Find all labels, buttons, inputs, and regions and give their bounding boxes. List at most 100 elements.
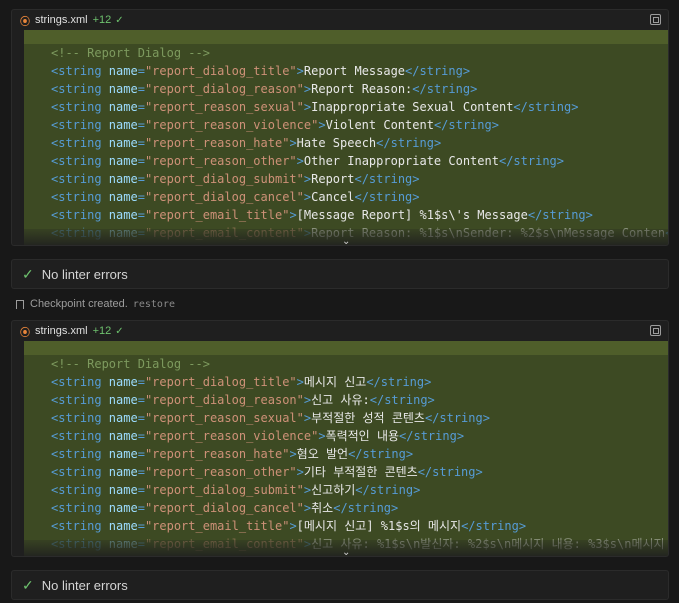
xml-attr: name (108, 483, 138, 497)
code-line: <string name="report_dialog_reason">신고 사… (24, 391, 668, 409)
xml-tag: = (137, 465, 145, 479)
xml-tag: = (137, 429, 145, 443)
xml-attr: name (108, 172, 138, 186)
xml-tag: <string (51, 82, 109, 96)
diff-gutter-strip (24, 341, 668, 355)
xml-tag: </string> (412, 82, 478, 96)
xml-attr: name (108, 136, 138, 150)
string-value: 취소 (311, 501, 334, 515)
diff-card-1: ⦿ strings.xml +12 ✓ <!-- Report Dialog -… (11, 9, 669, 246)
xml-tag: <string (51, 100, 109, 114)
linter-status-text: No linter errors (41, 577, 128, 593)
code-line: <string name="report_reason_hate">Hate S… (24, 134, 668, 152)
code-line: <string name="report_reason_sexual">부적절한… (24, 409, 668, 427)
string-value: [메시지 신고] %1$s의 메시지 (296, 519, 462, 533)
copy-icon[interactable] (650, 325, 661, 336)
added-lines-count: +12 (92, 325, 112, 337)
xml-tag: > (296, 375, 304, 389)
string-value: Hate Speech (296, 136, 377, 150)
xml-tag: > (289, 447, 297, 461)
code-line: <string name="report_dialog_cancel">Canc… (24, 188, 668, 206)
xml-attr: name (108, 154, 138, 168)
xml-tag: <string (51, 64, 109, 78)
xml-tag: > (289, 136, 297, 150)
string-value: Report Message (303, 64, 406, 78)
xml-attr-value: "report_reason_other" (144, 154, 297, 168)
xml-tag: = (137, 519, 145, 533)
code-line: <string name="report_reason_violence">Vi… (24, 116, 668, 134)
xml-tag: = (137, 190, 145, 204)
xml-tag: </string> (348, 447, 414, 461)
xml-tag: <string (51, 154, 109, 168)
xml-attr: name (108, 375, 138, 389)
code-line: <string name="report_reason_violence">폭력… (24, 427, 668, 445)
chevron-down-icon[interactable]: ⌄ (342, 236, 350, 245)
xml-tag: </string> (433, 118, 499, 132)
xml-attr-value: "report_dialog_cancel" (144, 190, 304, 204)
code-comment: <!-- Report Dialog --> (51, 357, 210, 371)
code-line: <string name="report_dialog_reason">Repo… (24, 80, 668, 98)
checkmark-icon: ✓ (22, 265, 34, 282)
xml-attr: name (108, 208, 138, 222)
xml-tag: <string (51, 393, 109, 407)
xml-tag: </string> (399, 429, 465, 443)
xml-tag: </string> (376, 136, 442, 150)
xml-tag: </string> (527, 208, 593, 222)
xml-tag: > (318, 429, 326, 443)
string-value: [Message Report] %1$s\'s Message (296, 208, 528, 222)
string-value: Cancel (311, 190, 355, 204)
xml-attr: name (108, 519, 138, 533)
xml-tag: </string> (366, 375, 432, 389)
checkpoint-text: Checkpoint created. (30, 298, 128, 310)
xml-tag: </string> (405, 64, 471, 78)
xml-tag: = (137, 118, 145, 132)
xml-tag: = (137, 447, 145, 461)
xml-tag: = (137, 411, 145, 425)
diff-card-header[interactable]: ⦿ strings.xml +12 ✓ (12, 321, 668, 341)
copy-icon[interactable] (650, 14, 661, 25)
code-line: <string name="report_dialog_submit">신고하기… (24, 481, 668, 499)
xml-tag: <string (51, 483, 109, 497)
xml-tag: = (137, 82, 145, 96)
xml-tag: <string (51, 411, 109, 425)
code-line: <string name="report_email_title">[Messa… (24, 206, 668, 224)
diff-card-header[interactable]: ⦿ strings.xml +12 ✓ (12, 10, 668, 30)
xml-attr-value: "report_dialog_reason" (144, 393, 304, 407)
xml-tag: > (296, 154, 304, 168)
xml-attr-value: "report_email_title" (144, 519, 290, 533)
xml-attr: name (108, 82, 138, 96)
xml-tag: <string (51, 208, 109, 222)
xml-attr-value: "report_email_title" (144, 208, 290, 222)
xml-attr: name (108, 64, 138, 78)
string-value: Report Reason: (311, 82, 413, 96)
checkmark-icon: ✓ (115, 325, 124, 337)
string-value: 신고 사유: (311, 393, 370, 407)
xml-tag: > (289, 208, 297, 222)
xml-tag: </string> (369, 393, 435, 407)
file-name[interactable]: strings.xml (35, 325, 88, 337)
code-line: <string name="report_reason_other">Other… (24, 152, 668, 170)
xml-tag: </string> (354, 172, 420, 186)
restore-link[interactable]: restore (133, 299, 175, 310)
code-diff: <!-- Report Dialog --> <string name="repo… (24, 30, 668, 245)
chevron-down-icon[interactable]: ⌄ (342, 547, 350, 556)
code-line: <string name="report_reason_sexual">Inap… (24, 98, 668, 116)
diff-card-2: ⦿ strings.xml +12 ✓ <!-- Report Dialog -… (11, 320, 669, 557)
xml-attr: name (108, 501, 138, 515)
xml-attr-value: "report_reason_other" (144, 465, 297, 479)
code-line: <string name="report_dialog_title">Repor… (24, 62, 668, 80)
xml-tag: > (289, 519, 297, 533)
xml-tag: <string (51, 118, 109, 132)
xml-tag: <string (51, 375, 109, 389)
checkpoint-bar: Checkpoint created. restore (16, 298, 175, 310)
xml-tag: <string (51, 519, 109, 533)
xml-tag: </string> (424, 411, 490, 425)
xml-tag: <string (51, 447, 109, 461)
linter-status: ✓ No linter errors (11, 259, 669, 289)
code-line: <string name="report_dialog_cancel">취소</… (24, 499, 668, 517)
xml-attr-value: "report_reason_hate" (144, 447, 290, 461)
xml-tag: = (137, 64, 145, 78)
file-name[interactable]: strings.xml (35, 14, 88, 26)
xml-tag: </string> (461, 519, 527, 533)
xml-attr-value: "report_dialog_title" (144, 375, 297, 389)
